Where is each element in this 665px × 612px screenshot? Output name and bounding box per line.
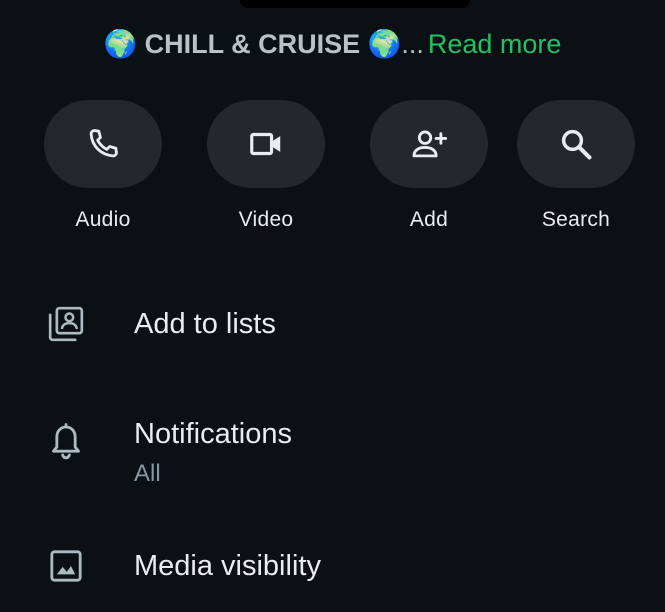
add-button[interactable] [370,100,488,188]
menu-title-add-to-lists: Add to lists [134,308,276,340]
audio-button[interactable] [44,100,162,188]
description-ellipsis: ... [401,29,424,59]
audio-action: Audio [44,100,162,232]
image-icon [44,544,88,588]
search-action: Search [517,100,635,232]
read-more-link[interactable]: Read more [428,29,562,59]
video-button[interactable] [207,100,325,188]
video-action: Video [207,100,325,232]
menu-item-media-visibility[interactable]: Media visibility [0,522,665,612]
menu-subtitle-notifications: All [134,460,161,487]
add-to-lists-icon [44,302,88,346]
audio-label: Audio [75,208,131,231]
description-text: 🌍 CHILL & CRUISE 🌍 [103,29,402,59]
videocam-icon [250,132,281,156]
top-bar-fragment [240,0,470,8]
bell-icon [44,420,88,464]
add-action: Add [370,100,488,232]
menu-title-notifications: Notifications [134,418,292,450]
menu-item-add-to-lists[interactable]: Add to lists [0,280,665,370]
search-label: Search [541,208,611,231]
add-label: Add [409,208,449,231]
add-person-icon [412,130,448,158]
video-label: Video [238,208,294,231]
group-description: 🌍 CHILL & CRUISE 🌍... Read more [0,26,665,62]
phone-icon [89,129,118,158]
menu-title-media-visibility: Media visibility [134,550,321,582]
menu-item-notifications[interactable]: Notifications All [0,400,665,490]
search-button[interactable] [517,100,635,188]
search-icon [561,129,592,160]
